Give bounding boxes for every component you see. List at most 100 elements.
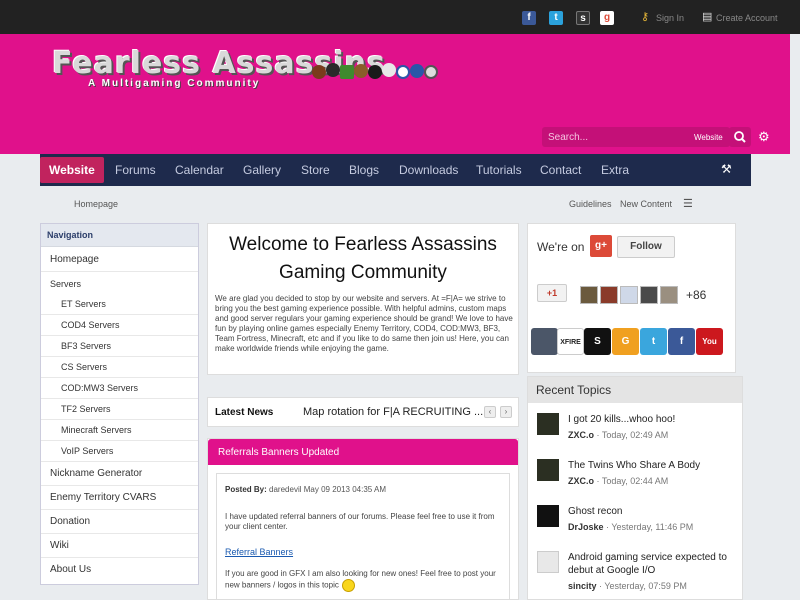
game-badge [354, 64, 368, 78]
posted-by-label: Posted By: [225, 485, 267, 494]
new-content-link[interactable]: New Content [620, 199, 672, 209]
game-badge [410, 64, 424, 78]
news-prev-button[interactable]: ‹ [484, 406, 496, 418]
topic-title[interactable]: Ghost recon [568, 505, 738, 518]
sidebar-item-tf2-servers[interactable]: TF2 Servers [41, 399, 198, 420]
topic-title[interactable]: The Twins Who Share A Body [568, 459, 738, 472]
twitter-icon[interactable]: t [549, 11, 563, 25]
nav-blogs[interactable]: Blogs [349, 154, 379, 186]
recent-topics-panel: Recent Topics I got 20 kills...whoo hoo!… [527, 376, 743, 600]
follow-button[interactable]: Follow [617, 236, 675, 258]
facebook-icon[interactable]: f [522, 11, 536, 25]
navigation-sidebar: Navigation Homepage Servers ET Servers C… [40, 223, 199, 585]
sign-in-link[interactable]: Sign In [656, 13, 684, 23]
news-next-button[interactable]: › [500, 406, 512, 418]
post-paragraph-2: If you are good in GFX I am also looking… [225, 569, 505, 592]
default-avatar-icon[interactable] [537, 551, 559, 573]
welcome-title: Welcome to Fearless Assassins Gaming Com… [229, 234, 497, 283]
game-badge [368, 65, 382, 79]
search-scope[interactable]: Website [694, 133, 723, 142]
nav-website[interactable]: Website [40, 157, 104, 183]
search-icon [734, 131, 746, 143]
steam-icon[interactable]: S [584, 328, 611, 355]
site-header: Fearless Assassins A Multigaming Communi… [0, 34, 790, 154]
avatar[interactable] [580, 286, 598, 304]
sidebar-item-servers[interactable]: Servers [41, 273, 198, 295]
avatar[interactable] [600, 286, 618, 304]
game-badge [396, 65, 410, 79]
game-badge [340, 65, 354, 79]
sidebar-item-et-servers[interactable]: ET Servers [41, 294, 198, 315]
nav-tutorials[interactable]: Tutorials [476, 154, 522, 186]
post-paragraph: I have updated referral banners of our f… [225, 512, 495, 531]
topic-title[interactable]: Android gaming service expected to debut… [568, 551, 738, 577]
game-avatar-icon[interactable] [531, 328, 558, 355]
theme-switch-icon[interactable]: ⚒ [721, 162, 732, 176]
avatar[interactable] [660, 286, 678, 304]
nav-calendar[interactable]: Calendar [175, 154, 224, 186]
nav-downloads[interactable]: Downloads [399, 154, 458, 186]
sidebar-item-codmw3-servers[interactable]: COD:MW3 Servers [41, 378, 198, 399]
create-account-link[interactable]: Create Account [716, 13, 778, 23]
gplus-icon[interactable]: g+ [590, 235, 612, 257]
youtube-icon[interactable]: You [696, 328, 723, 355]
sidebar-item-donation[interactable]: Donation [41, 510, 198, 534]
sidebar-item-about-us[interactable]: About Us [41, 558, 198, 582]
post-date: May 09 2013 04:35 AM [303, 485, 387, 494]
twitter-icon[interactable]: t [640, 328, 667, 355]
latest-news-ticker: Latest News Map rotation for F|A RECRUIT… [207, 397, 519, 427]
sidebar-item-cod4-servers[interactable]: COD4 Servers [41, 315, 198, 336]
referral-banners-link[interactable]: Referral Banners [225, 547, 293, 557]
search-button[interactable] [729, 127, 751, 147]
search-input[interactable] [542, 127, 682, 147]
game-badge [424, 65, 438, 79]
nav-store[interactable]: Store [301, 154, 330, 186]
gplus-label: We're on [537, 240, 585, 254]
post-meta: Posted By: daredevil May 09 2013 04:35 A… [225, 485, 386, 494]
article-title[interactable]: Referrals Banners Updated [208, 439, 518, 465]
recent-topics-heading: Recent Topics [528, 377, 742, 403]
xfire-icon[interactable]: XFIRE [557, 328, 584, 355]
article-panel: Referrals Banners Updated Posted By: dar… [207, 438, 519, 600]
topic-thumbnail[interactable] [537, 505, 559, 527]
plus-one-button[interactable]: +1 [537, 284, 567, 302]
sidebar-item-minecraft-servers[interactable]: Minecraft Servers [41, 420, 198, 441]
smiley-icon [341, 579, 355, 592]
nav-gallery[interactable]: Gallery [243, 154, 281, 186]
welcome-panel: Welcome to Fearless Assassins Gaming Com… [207, 223, 519, 375]
latest-news-item[interactable]: Map rotation for F|A RECRUITING ... [303, 406, 483, 418]
facebook-icon[interactable]: f [668, 328, 695, 355]
nav-forums[interactable]: Forums [115, 154, 156, 186]
article-post: Posted By: daredevil May 09 2013 04:35 A… [216, 473, 510, 600]
social-panel: We're on g+ Follow +1 +86 XFIRE S G t f … [527, 223, 736, 373]
sidebar-item-bf3-servers[interactable]: BF3 Servers [41, 336, 198, 357]
nav-contact[interactable]: Contact [540, 154, 581, 186]
avatar[interactable] [640, 286, 658, 304]
sidebar-item-voip-servers[interactable]: VoIP Servers [41, 441, 198, 462]
sidebar-item-wiki[interactable]: Wiki [41, 534, 198, 558]
google-icon[interactable]: g [600, 11, 614, 25]
sidebar-item-et-cvars[interactable]: Enemy Territory CVARS [41, 486, 198, 510]
topic-thumbnail[interactable] [537, 459, 559, 481]
gamer-icon[interactable]: G [612, 328, 639, 355]
topic-meta: sincity · Yesterday, 07:59 PM [568, 581, 687, 591]
breadcrumb-homepage[interactable]: Homepage [74, 199, 118, 209]
latest-news-label: Latest News [215, 407, 274, 418]
sidebar-item-cs-servers[interactable]: CS Servers [41, 357, 198, 378]
gear-icon[interactable]: ⚙ [758, 129, 770, 145]
sidebar-item-nickname-generator[interactable]: Nickname Generator [41, 462, 198, 486]
steam-icon[interactable]: s [576, 11, 590, 25]
sidebar-heading: Navigation [41, 224, 198, 247]
game-badge [326, 63, 340, 77]
nav-extra[interactable]: Extra [601, 154, 629, 186]
welcome-text: We are glad you decided to stop by our w… [215, 294, 513, 353]
document-icon: ▤ [702, 11, 713, 23]
avatar[interactable] [620, 286, 638, 304]
post-author[interactable]: daredevil [269, 485, 301, 494]
guidelines-link[interactable]: Guidelines [569, 199, 612, 209]
list-view-icon[interactable]: ☰ [683, 197, 693, 210]
sidebar-item-homepage[interactable]: Homepage [41, 248, 198, 272]
key-icon: ⚷ [641, 11, 650, 23]
topic-thumbnail[interactable] [537, 413, 559, 435]
topic-title[interactable]: I got 20 kills...whoo hoo! [568, 413, 738, 426]
